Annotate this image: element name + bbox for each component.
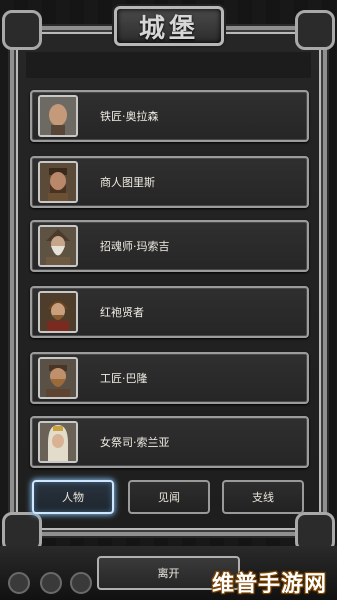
dwarf-craftsman-portrait-icon	[38, 357, 78, 399]
character-name: 红袍贤者	[100, 306, 144, 319]
panel-header-strip	[26, 52, 311, 78]
white-beard-necromancer-portrait-icon	[38, 225, 78, 267]
character-name: 招魂师·玛索吉	[100, 240, 170, 253]
bald-man-portrait-icon	[38, 95, 78, 137]
character-name: 商人图里斯	[100, 176, 155, 189]
priestess-portrait-icon	[38, 421, 78, 463]
tab-characters[interactable]: 人物	[32, 480, 114, 514]
character-row-blacksmith[interactable]: 铁匠·奥拉森	[30, 90, 309, 142]
menu-circle-icon[interactable]	[8, 572, 30, 594]
character-row-craftsman[interactable]: 工匠·巴隆	[30, 352, 309, 404]
character-row-necromancer[interactable]: 招魂师·玛索吉	[30, 220, 309, 272]
bearded-merchant-portrait-icon	[38, 161, 78, 203]
character-name: 工匠·巴隆	[100, 372, 148, 385]
red-robe-sage-portrait-icon	[38, 291, 78, 333]
watermark: 维普手游网	[212, 572, 328, 597]
frame-ornament	[2, 10, 42, 50]
menu-circle-icon[interactable]	[70, 572, 92, 594]
frame-ornament	[295, 10, 335, 50]
menu-circle-icon[interactable]	[40, 572, 62, 594]
page-title: 城堡	[138, 13, 199, 44]
character-row-priestess[interactable]: 女祭司·索兰亚	[30, 416, 309, 468]
tab-side-quests[interactable]: 支线	[222, 480, 304, 514]
title-plate: 城堡	[114, 6, 224, 46]
character-name: 女祭司·索兰亚	[100, 436, 170, 449]
tab-stories[interactable]: 见闻	[128, 480, 210, 514]
character-row-red-robe-sage[interactable]: 红袍贤者	[30, 286, 309, 338]
character-row-merchant[interactable]: 商人图里斯	[30, 156, 309, 208]
character-name: 铁匠·奥拉森	[100, 110, 159, 123]
